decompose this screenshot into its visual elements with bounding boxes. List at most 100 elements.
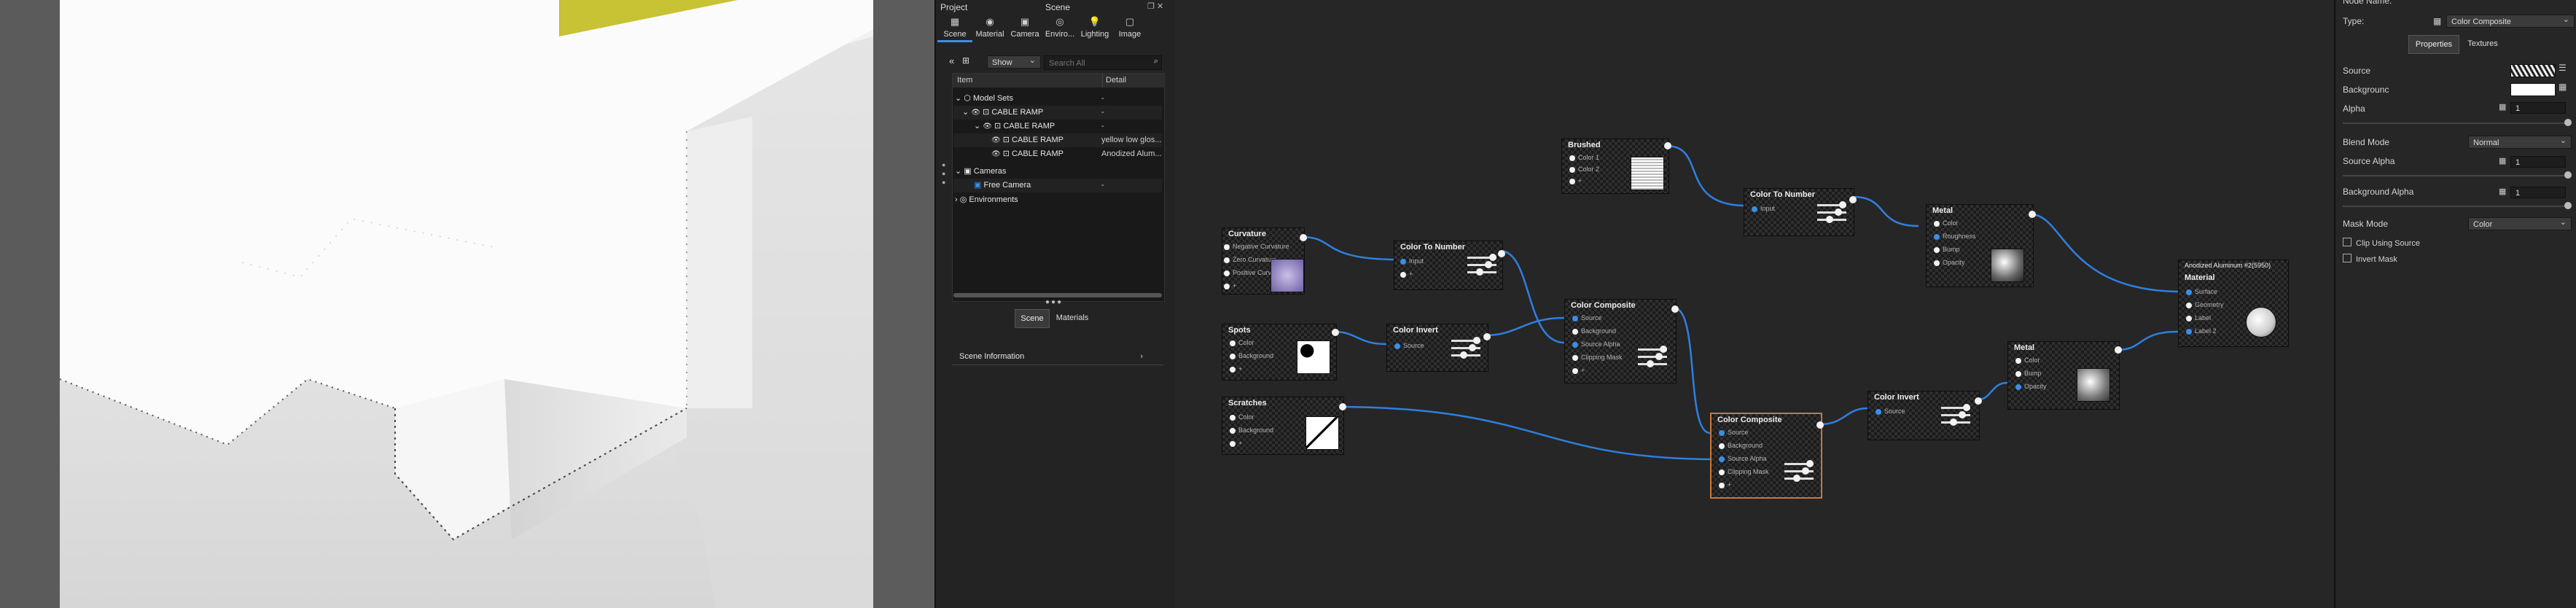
output-port[interactable] [1332, 329, 1339, 336]
output-port[interactable] [2029, 211, 2036, 218]
visibility-eye-icon[interactable]: 👁 [953, 150, 1001, 158]
output-port[interactable] [1664, 142, 1671, 149]
expand-chevron-icon[interactable]: ⌄ [953, 167, 961, 176]
scene-information-section[interactable]: Scene Information › [952, 348, 1163, 365]
node-curvature[interactable]: Curvature Negative Curvature Zero Curvat… [1222, 227, 1307, 295]
node-color-composite-selected[interactable]: Color Composite Source Background Source… [1710, 413, 1824, 499]
node-color-to-number-2[interactable]: Color To Number Input [1744, 188, 1857, 236]
column-detail[interactable]: Detail [1102, 74, 1126, 87]
background-swatch[interactable] [2510, 83, 2556, 96]
source-swatch[interactable] [2510, 64, 2556, 77]
tree-row-environments[interactable]: › ◎ Environments [953, 193, 1162, 207]
material-icon: ◉ [985, 16, 994, 27]
node-brushed[interactable]: Brushed Color 1 Color 2 + [1561, 139, 1671, 194]
tab-camera[interactable]: ▣ Camera [1007, 16, 1042, 39]
bottom-tab-materials[interactable]: Materials [1051, 309, 1093, 327]
node-graph[interactable]: Brushed Color 1 Color 2 + Curvature Nega… [1175, 0, 2334, 608]
node-color-composite[interactable]: Color Composite Source Background Source… [1564, 299, 1679, 383]
search-input[interactable] [1045, 57, 1152, 70]
cinv-sliders[interactable] [1451, 335, 1480, 362]
clip-using-source-checkbox[interactable]: Clip Using Source [2343, 238, 2420, 248]
node-color-invert[interactable]: Color Invert Source [1386, 324, 1491, 372]
column-item[interactable]: Item [957, 74, 972, 87]
expand-chevron-icon[interactable]: ⌄ [953, 108, 969, 117]
node-color-to-number[interactable]: Color To Number Input + [1394, 241, 1505, 290]
alpha-checker-icon[interactable]: ▦ [2499, 102, 2506, 112]
node-material[interactable]: Anodized Aluminum #2(5950) Material Surf… [2178, 260, 2289, 347]
cinv2-sliders[interactable] [1941, 402, 1970, 429]
node-color-invert-2[interactable]: Color Invert Source [1867, 391, 1982, 440]
mask-mode-select[interactable]: Color [2468, 216, 2572, 230]
tab-material[interactable]: ◉ Material [972, 16, 1007, 39]
node-spots[interactable]: Spots Color Background + [1222, 324, 1339, 381]
render-canvas[interactable] [60, 0, 873, 608]
tree-row-cable-ramp-4[interactable]: 👁 ⊡ CABLE RAMP Anodized Alum... [953, 147, 1162, 161]
expand-chevron-icon[interactable]: ⌄ [953, 94, 961, 103]
node-metal[interactable]: Metal Color Roughness Bump Opacity [1926, 204, 2036, 287]
node-scratches[interactable]: Scratches Color Background + [1222, 397, 1346, 455]
blend-mode-select[interactable]: Normal [2468, 134, 2572, 149]
alpha-input[interactable]: 1 [2510, 102, 2566, 114]
tab-scene[interactable]: ▦ Scene [937, 16, 972, 42]
checkbox-box[interactable] [2343, 254, 2351, 262]
expand-chevron-icon[interactable]: ⌄ [953, 122, 980, 130]
ctn-sliders[interactable] [1467, 252, 1496, 278]
output-port[interactable] [1483, 333, 1491, 340]
brushed-thumbnail [1631, 157, 1664, 190]
background-alpha-slider[interactable] [2343, 206, 2569, 207]
tree-row-cable-ramp-1[interactable]: ⌄ 👁 ⊡ CABLE RAMP - [953, 106, 1162, 120]
undock-icon[interactable]: ❐ [1147, 2, 1155, 11]
background-alpha-checker-icon[interactable]: ▦ [2499, 187, 2506, 196]
source-alpha-slider[interactable] [2343, 175, 2569, 176]
visibility-eye-icon[interactable]: 👁 [953, 136, 1001, 144]
output-port[interactable] [1339, 403, 1346, 410]
tree-row-cameras[interactable]: ⌄ ▣ Cameras [953, 165, 1162, 179]
output-port[interactable] [1849, 196, 1857, 203]
tab-properties[interactable]: Properties [2408, 35, 2459, 54]
source-settings-icon[interactable]: ☰ [2559, 63, 2567, 73]
node-metal-2[interactable]: Metal Color Bump Opacity [2007, 341, 2122, 410]
ctn2-sliders[interactable] [1817, 199, 1846, 226]
tree-row-cable-ramp-3[interactable]: 👁 ⊡ CABLE RAMP yellow low glos... [953, 133, 1162, 147]
output-port[interactable] [1300, 234, 1307, 241]
background-alpha-slider-handle[interactable] [2564, 202, 2572, 209]
tab-lighting[interactable]: 💡 Lighting [1077, 16, 1112, 39]
close-icon[interactable]: ✕ [1157, 2, 1163, 11]
visibility-eye-icon[interactable]: 👁 [971, 109, 980, 117]
checkbox-box[interactable] [2343, 238, 2351, 246]
splitter-handle[interactable]: ●●● [1045, 298, 1063, 306]
source-alpha-checker-icon[interactable]: ▦ [2499, 156, 2506, 165]
show-select[interactable]: Show [987, 54, 1041, 69]
invert-mask-checkbox[interactable]: Invert Mask [2343, 254, 2397, 264]
project-label[interactable]: Project [940, 2, 967, 12]
alpha-slider-handle[interactable] [2564, 119, 2572, 126]
output-port[interactable] [1671, 305, 1679, 313]
tree-row-model-sets[interactable]: ⌄ ⬡ Model Sets - [953, 92, 1162, 106]
collapse-all-icon[interactable]: « [949, 55, 954, 66]
tab-image[interactable]: ▢ Image [1112, 16, 1147, 39]
visibility-eye-icon[interactable]: 👁 [983, 122, 992, 130]
expand-chevron-right-icon[interactable]: › [953, 195, 958, 204]
tab-textures[interactable]: Textures [2459, 35, 2506, 52]
bottom-tab-scene[interactable]: Scene [1015, 309, 1050, 328]
type-select[interactable]: Color Composite [2446, 13, 2575, 28]
source-alpha-slider-handle[interactable] [2564, 171, 2572, 179]
search-box[interactable]: ⌕ [1044, 55, 1162, 70]
alpha-slider[interactable] [2343, 122, 2569, 124]
add-item-icon[interactable]: ⊞ [962, 55, 969, 66]
tree-row-cable-ramp-2[interactable]: ⌄ 👁 ⊡ CABLE RAMP - [953, 120, 1162, 133]
tab-environment[interactable]: ◎ Enviro... [1042, 16, 1077, 39]
ccomp-sliders[interactable] [1638, 343, 1667, 370]
output-port[interactable] [2115, 346, 2122, 354]
tree-row-free-camera[interactable]: ▣ Free Camera - [953, 179, 1162, 192]
background-alpha-input[interactable]: 1 [2510, 187, 2566, 198]
render-viewport[interactable] [0, 0, 934, 608]
tree-scrollbar[interactable] [953, 293, 1162, 297]
output-port[interactable] [1498, 250, 1505, 257]
ccomp2-sliders[interactable] [1784, 458, 1814, 485]
source-alpha-input[interactable]: 1 [2510, 156, 2566, 168]
output-port[interactable] [1975, 397, 1982, 405]
panel-window-controls[interactable]: ❐ ✕ [1147, 1, 1163, 11]
output-port[interactable] [1816, 421, 1824, 429]
texture-icon[interactable]: ▦ [2559, 82, 2567, 92]
